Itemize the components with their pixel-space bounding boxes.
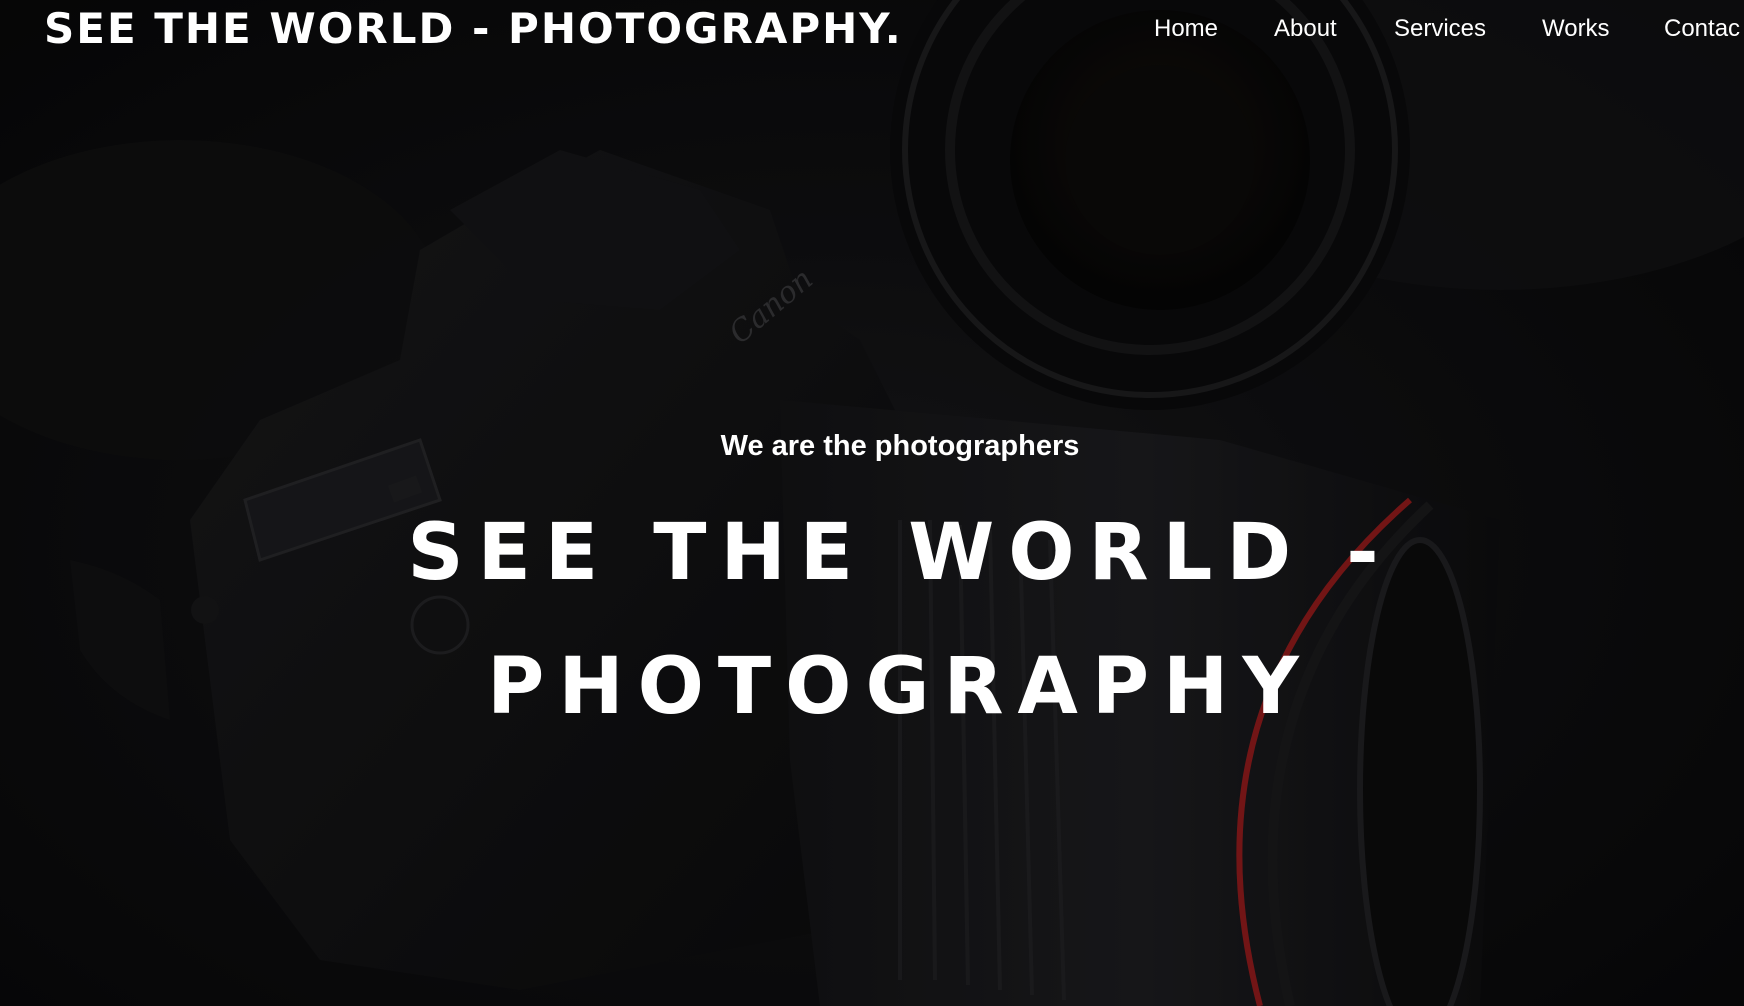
- site-logo-link[interactable]: SEE THE WORLD - PHOTOGRAPHY.: [44, 3, 903, 55]
- main-navigation: Home About Services Works Contac: [1154, 12, 1744, 46]
- nav-item-about[interactable]: About: [1274, 12, 1337, 46]
- nav-item-services[interactable]: Services: [1394, 12, 1486, 46]
- nav-item-home[interactable]: Home: [1154, 12, 1218, 46]
- hero-tagline: We are the photographers: [720, 430, 1080, 462]
- nav-item-contact[interactable]: Contac: [1664, 12, 1740, 46]
- site-header: SEE THE WORLD - PHOTOGRAPHY. Home About …: [0, 0, 1744, 58]
- hero-headline: SEE THE WORLD - PHOTOGRAPHY: [407, 508, 1393, 732]
- nav-item-works[interactable]: Works: [1542, 12, 1610, 46]
